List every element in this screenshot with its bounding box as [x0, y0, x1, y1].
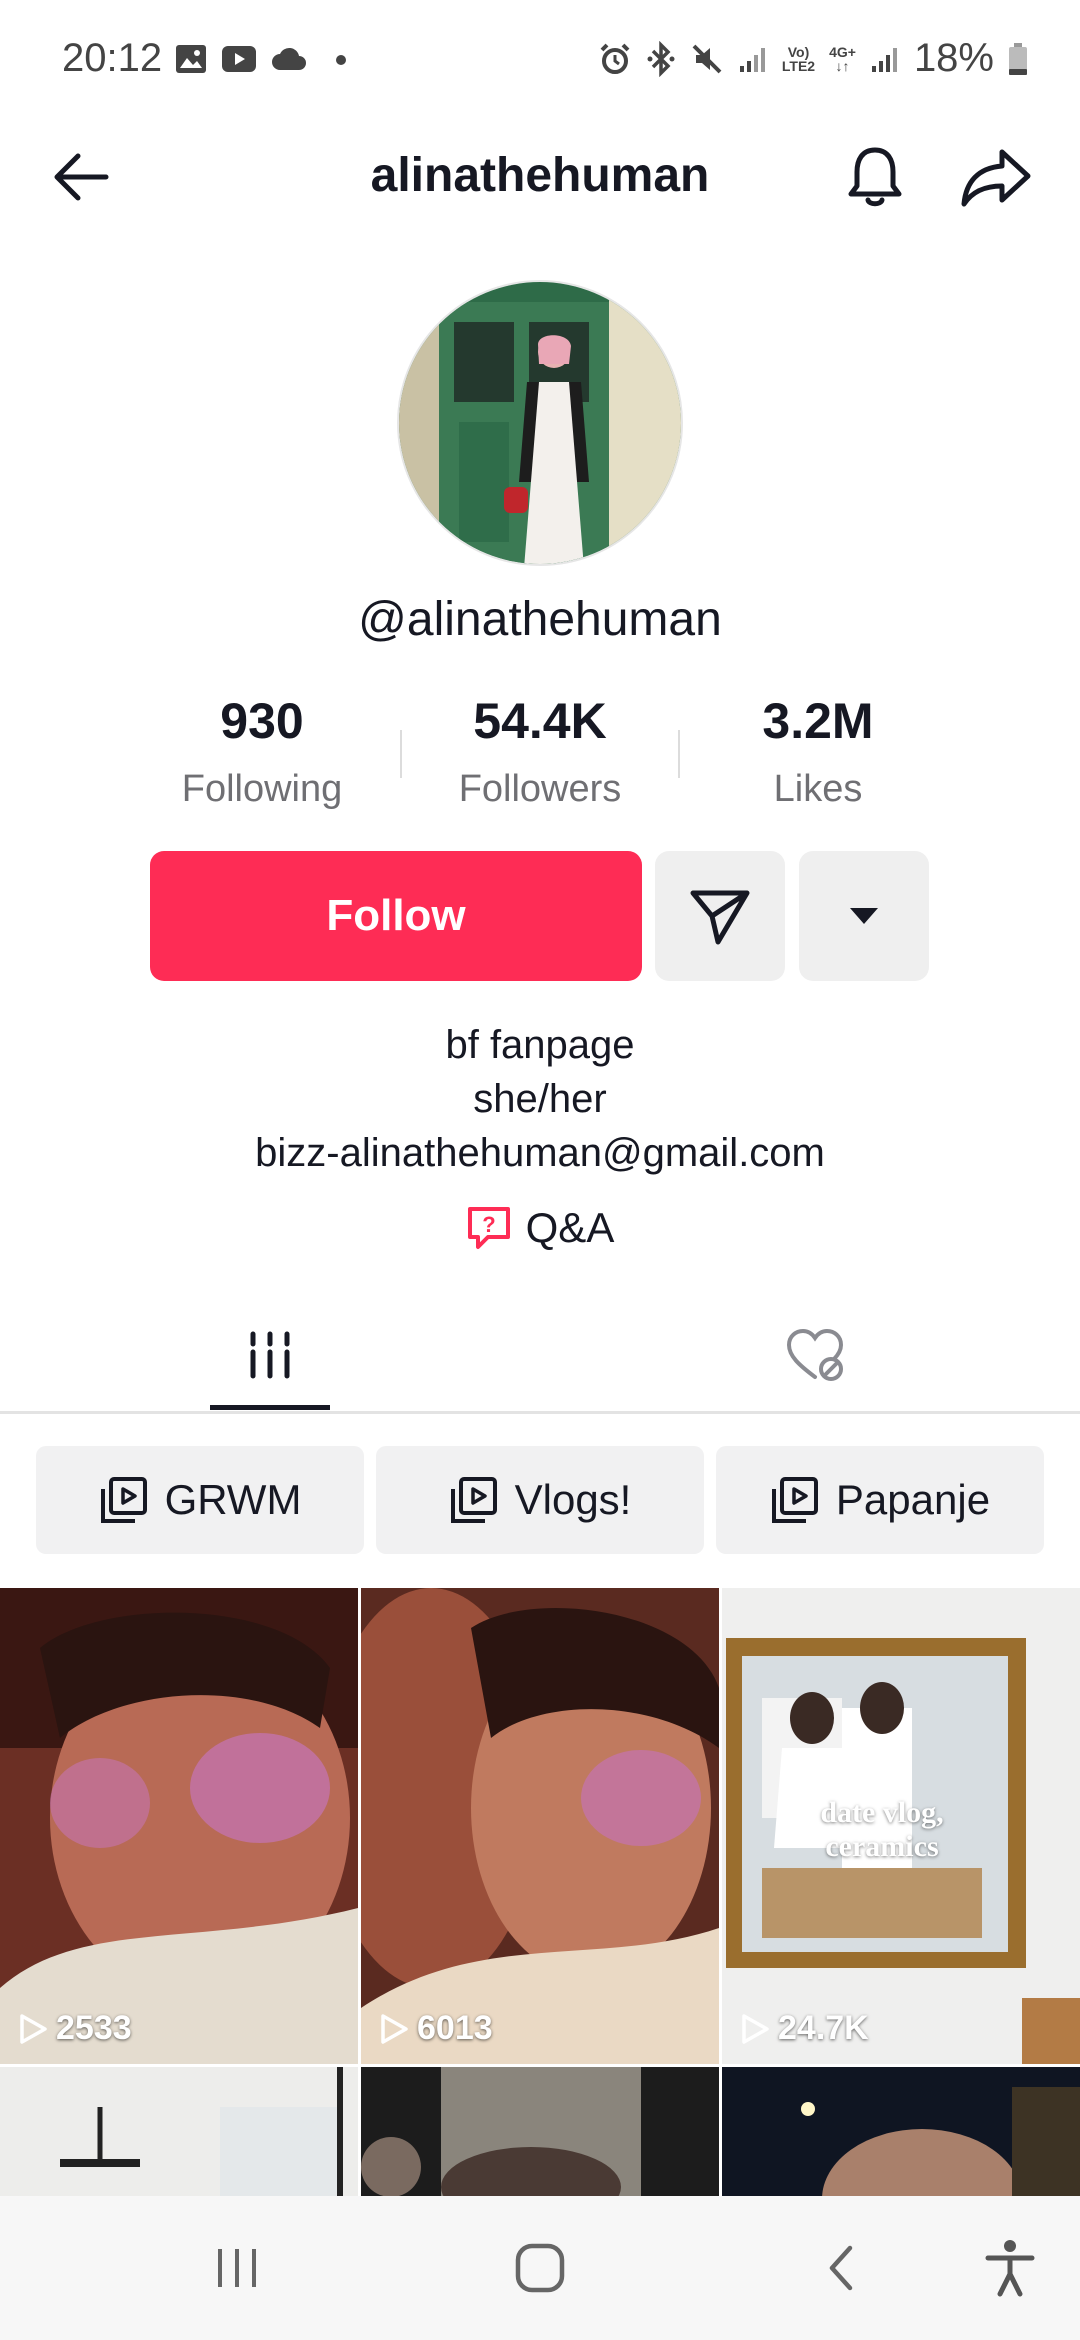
question-bubble-icon: ? [467, 1207, 510, 1249]
view-count: 2533 [18, 2009, 132, 2048]
stat-followers[interactable]: 54.4K Followers [410, 692, 670, 811]
playlist-papanje[interactable]: Papanje [716, 1446, 1044, 1554]
dot-icon [336, 55, 346, 65]
qa-link[interactable]: ? Q&A [0, 1204, 1080, 1252]
play-icon [381, 2013, 408, 2044]
video-overlay-text: date vlog, ceramics [820, 1796, 944, 1863]
tab-videos[interactable] [210, 1300, 330, 1410]
play-icon [20, 2013, 47, 2044]
bio: bf fanpage she/her bizz-alinathehuman@gm… [0, 1018, 1080, 1180]
bio-line: she/her [473, 1077, 607, 1121]
stat-divider [400, 730, 402, 778]
accessibility-button[interactable] [970, 2236, 1050, 2300]
view-count: 6013 [379, 2009, 493, 2048]
system-icons: Vo) LTE2 4G+ ↓↑ 18% [598, 36, 1028, 81]
playlist-vlogs[interactable]: Vlogs! [376, 1446, 704, 1554]
playlist-label: Papanje [835, 1476, 991, 1523]
heart-hidden-icon [786, 1328, 844, 1381]
playlist-icon [771, 1477, 818, 1523]
stat-following[interactable]: 930 Following [132, 692, 392, 811]
cloud-icon [272, 47, 306, 70]
stat-label: Following [181, 768, 343, 810]
chevron-left-icon [829, 2245, 853, 2291]
home-button[interactable] [500, 2236, 580, 2300]
network-type-2: 4G+ ↓↑ [829, 43, 856, 74]
stat-likes[interactable]: 3.2M Likes [688, 692, 948, 811]
video-tile[interactable]: 2533 [0, 1588, 358, 2064]
avatar-photo [399, 282, 681, 564]
signal-icon [739, 47, 765, 72]
playlist-icon [450, 1477, 497, 1523]
active-tab-indicator [210, 1405, 330, 1410]
caret-down-icon [850, 908, 878, 924]
battery-icon [1009, 42, 1027, 75]
alarm-icon [600, 43, 630, 74]
video-tile[interactable] [722, 2067, 1080, 2199]
play-icon [742, 2013, 769, 2044]
status-time: 20:12 [62, 36, 163, 80]
video-tile[interactable] [361, 2067, 719, 2199]
battery-percent: 18% [913, 36, 994, 80]
tab-liked-private[interactable] [770, 1300, 860, 1410]
video-thumbnail [0, 1588, 358, 2064]
bio-line: bizz-alinathehuman@gmail.com [255, 1131, 825, 1175]
more-options-button[interactable] [799, 851, 929, 981]
profile-handle: @alinathehuman [358, 593, 722, 646]
recent-apps-button[interactable] [197, 2236, 277, 2300]
notification-icons [175, 44, 351, 74]
bell-icon [848, 147, 902, 207]
playlist-icon [100, 1477, 147, 1523]
video-thumbnail [0, 2067, 358, 2199]
send-icon [690, 890, 750, 945]
playlist-label: GRWM [164, 1476, 302, 1523]
system-nav-bar [0, 2196, 1080, 2340]
page-title: alinathehuman [370, 149, 710, 202]
tabs-divider [0, 1411, 1080, 1414]
grid-icon [250, 1331, 290, 1379]
video-tile[interactable] [0, 2067, 358, 2199]
video-tile[interactable]: date vlog, ceramics 24.7K [722, 1588, 1080, 2064]
view-count: 24.7K [740, 2009, 869, 2048]
recent-apps-icon [218, 2249, 256, 2287]
accessibility-icon [985, 2240, 1035, 2297]
home-icon [515, 2243, 565, 2293]
back-nav-button[interactable] [802, 2236, 882, 2300]
stat-value: 3.2M [762, 693, 874, 749]
notifications-button[interactable] [840, 142, 910, 212]
video-thumbnail [361, 1588, 719, 2064]
playlist-label: Vlogs! [514, 1476, 632, 1523]
stat-label: Followers [458, 768, 622, 810]
bluetooth-icon [647, 40, 675, 77]
stat-divider [678, 730, 680, 778]
share-arrow-icon [961, 149, 1031, 207]
video-thumbnail [722, 2067, 1080, 2199]
stat-value: 930 [220, 693, 304, 749]
svg-text:?: ? [482, 1212, 495, 1237]
stat-label: Likes [773, 768, 863, 810]
signal-icon-2 [871, 47, 897, 72]
video-tile[interactable]: 6013 [361, 1588, 719, 2064]
network-type-1: Vo) LTE2 [781, 43, 816, 74]
bio-line: bf fanpage [445, 1023, 635, 1067]
top-header: alinathehuman [0, 120, 1080, 235]
qa-label: Q&A [525, 1204, 615, 1251]
status-bar: 20:12 Vo) LTE2 4G+ ↓↑ 18% [0, 0, 1080, 120]
image-icon [176, 45, 206, 73]
follow-button[interactable]: Follow [150, 851, 642, 981]
video-thumbnail [361, 2067, 719, 2199]
message-button[interactable] [655, 851, 785, 981]
youtube-icon [222, 46, 256, 72]
playlist-grwm[interactable]: GRWM [36, 1446, 364, 1554]
mute-icon [692, 44, 722, 73]
avatar[interactable] [397, 280, 683, 566]
stat-value: 54.4K [473, 693, 607, 749]
share-button[interactable] [958, 142, 1034, 212]
